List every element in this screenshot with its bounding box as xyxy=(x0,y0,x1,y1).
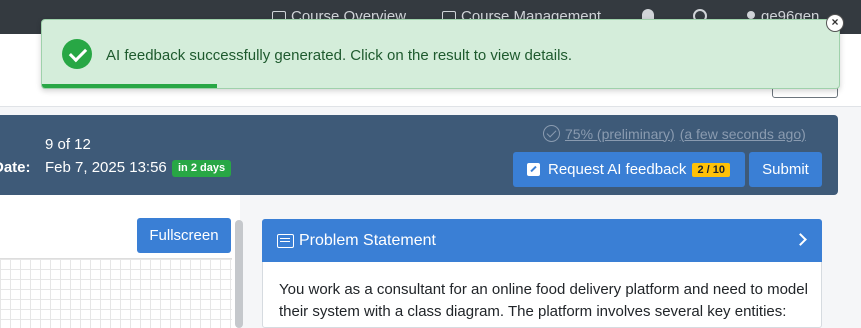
request-ai-feedback-label: Request AI feedback xyxy=(548,161,687,178)
problem-statement-text: You work as a consultant for an online f… xyxy=(279,281,808,320)
ai-quota-badge: 2 / 10 xyxy=(692,162,730,177)
submit-button[interactable]: Submit xyxy=(749,152,822,187)
due-date-label: Date: xyxy=(0,159,31,176)
toast-progress-bar xyxy=(42,84,218,88)
editor-canvas[interactable] xyxy=(0,258,232,328)
score-link[interactable]: 75% (preliminary) xyxy=(565,126,675,142)
check-circle-icon xyxy=(543,125,560,142)
problem-statement-title: Problem Statement xyxy=(299,231,436,249)
chevron-right-icon[interactable] xyxy=(794,233,807,246)
due-badge: in 2 days xyxy=(172,160,232,177)
fullscreen-button[interactable]: Fullscreen xyxy=(137,218,231,253)
list-icon xyxy=(277,233,294,248)
exercise-count: 9 of 12 xyxy=(45,136,91,153)
user-icon xyxy=(747,11,755,19)
edit-icon xyxy=(527,163,540,176)
editor-scrollbar[interactable] xyxy=(235,220,243,328)
check-circle-icon xyxy=(62,39,92,69)
close-icon[interactable]: × xyxy=(826,14,844,32)
request-ai-feedback-button[interactable]: Request AI feedback 2 / 10 xyxy=(513,152,745,187)
toast-message: AI feedback successfully generated. Clic… xyxy=(106,47,573,64)
score-time-link[interactable]: (a few seconds ago) xyxy=(680,126,806,142)
success-toast[interactable]: AI feedback successfully generated. Clic… xyxy=(41,19,840,89)
due-date: Feb 7, 2025 13:56 xyxy=(45,159,167,176)
problem-statement-header[interactable]: Problem Statement xyxy=(262,219,822,262)
score-display: 75% (preliminary) (a few seconds ago) xyxy=(543,125,806,142)
